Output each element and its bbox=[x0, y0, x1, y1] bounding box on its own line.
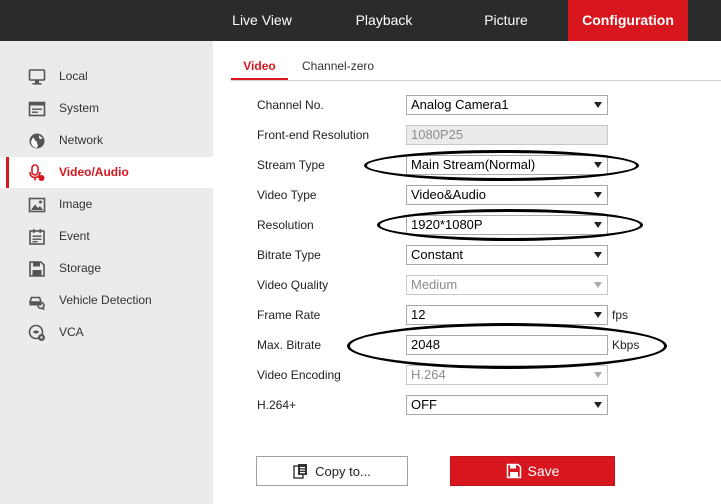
sidebar-item-label: Local bbox=[59, 69, 88, 83]
top-navigation-bar: Live View Playback Picture Configuration bbox=[0, 0, 721, 41]
nav-picture[interactable]: Picture bbox=[458, 0, 554, 41]
video-encoding-select: H.264 bbox=[406, 365, 608, 385]
chevron-down-icon bbox=[594, 312, 602, 318]
nav-live-view[interactable]: Live View bbox=[214, 0, 310, 41]
chevron-down-icon bbox=[594, 192, 602, 198]
config-tabs: Video Channel-zero bbox=[231, 54, 721, 81]
h264-plus-select[interactable]: OFF bbox=[406, 395, 608, 415]
sidebar-item-storage[interactable]: Storage bbox=[0, 253, 213, 284]
sidebar-item-label: Video/Audio bbox=[59, 165, 129, 179]
video-encoding-label: Video Encoding bbox=[257, 368, 341, 382]
chevron-down-icon bbox=[594, 282, 602, 288]
vca-icon bbox=[28, 324, 46, 342]
chevron-down-icon bbox=[594, 222, 602, 228]
resolution-label: Resolution bbox=[257, 218, 314, 232]
frame-rate-select[interactable]: 12 bbox=[406, 305, 608, 325]
sidebar-item-label: Network bbox=[59, 133, 104, 147]
nav-playback[interactable]: Playback bbox=[333, 0, 435, 41]
save-button[interactable]: Save bbox=[450, 456, 615, 486]
sidebar-item-label: Event bbox=[59, 229, 90, 243]
frame-rate-unit: fps bbox=[612, 308, 629, 322]
video-quality-value: Medium bbox=[411, 277, 458, 292]
h264-plus-label: H.264+ bbox=[257, 398, 297, 412]
stream-type-value: Main Stream(Normal) bbox=[411, 157, 536, 172]
system-icon bbox=[28, 100, 46, 118]
chevron-down-icon bbox=[594, 252, 602, 258]
sidebar-item-image[interactable]: Image bbox=[0, 189, 213, 220]
channel-no-value: Analog Camera1 bbox=[411, 97, 509, 112]
copy-to-button[interactable]: Copy to... bbox=[256, 456, 408, 486]
resolution-value: 1920*1080P bbox=[411, 217, 483, 232]
sidebar-item-local[interactable]: Local bbox=[0, 61, 213, 92]
bitrate-type-select[interactable]: Constant bbox=[406, 245, 608, 265]
chevron-down-icon bbox=[594, 372, 602, 378]
sidebar-item-label: Vehicle Detection bbox=[59, 293, 152, 307]
video-type-select[interactable]: Video&Audio bbox=[406, 185, 608, 205]
mic-camera-icon bbox=[28, 164, 46, 182]
max-bitrate-label: Max. Bitrate bbox=[257, 338, 322, 352]
nav-configuration[interactable]: Configuration bbox=[568, 0, 688, 41]
stream-type-select[interactable]: Main Stream(Normal) bbox=[406, 155, 608, 175]
copy-icon bbox=[293, 464, 308, 479]
resolution-select[interactable]: 1920*1080P bbox=[406, 215, 608, 235]
vehicle-detection-icon bbox=[28, 292, 46, 310]
image-icon bbox=[28, 196, 46, 214]
channel-no-label: Channel No. bbox=[257, 98, 324, 112]
channel-no-select[interactable]: Analog Camera1 bbox=[406, 95, 608, 115]
event-icon bbox=[28, 228, 46, 246]
sidebar-item-label: Storage bbox=[59, 261, 102, 275]
video-type-value: Video&Audio bbox=[411, 187, 486, 202]
sidebar-item-label: VCA bbox=[59, 325, 84, 339]
video-encoding-value: H.264 bbox=[411, 367, 446, 382]
front-end-resolution-value: 1080P25 bbox=[411, 127, 464, 142]
sidebar-item-vca[interactable]: VCA bbox=[0, 317, 213, 348]
bitrate-type-label: Bitrate Type bbox=[257, 248, 321, 262]
chevron-down-icon bbox=[594, 162, 602, 168]
chevron-down-icon bbox=[594, 402, 602, 408]
tab-channel-zero[interactable]: Channel-zero bbox=[302, 54, 374, 80]
sidebar-item-system[interactable]: System bbox=[0, 93, 213, 124]
storage-icon bbox=[28, 260, 46, 278]
chevron-down-icon bbox=[594, 102, 602, 108]
max-bitrate-value: 2048 bbox=[411, 337, 440, 352]
globe-icon bbox=[28, 132, 46, 150]
video-type-label: Video Type bbox=[257, 188, 317, 202]
front-end-resolution-field: 1080P25 bbox=[406, 125, 608, 145]
save-icon bbox=[506, 463, 521, 479]
sidebar-item-event[interactable]: Event bbox=[0, 221, 213, 252]
sidebar-item-network[interactable]: Network bbox=[0, 125, 213, 156]
frame-rate-label: Frame Rate bbox=[257, 308, 321, 322]
front-end-resolution-label: Front-end Resolution bbox=[257, 128, 370, 142]
sidebar-item-label: System bbox=[59, 101, 100, 115]
max-bitrate-unit: Kbps bbox=[612, 338, 640, 352]
copy-to-label: Copy to... bbox=[315, 463, 371, 479]
save-label: Save bbox=[527, 463, 560, 479]
video-quality-label: Video Quality bbox=[257, 278, 329, 292]
sidebar-item-video-audio[interactable]: Video/Audio bbox=[0, 157, 213, 188]
max-bitrate-input[interactable]: 2048 bbox=[406, 335, 608, 355]
frame-rate-value: 12 bbox=[411, 307, 426, 322]
video-quality-select: Medium bbox=[406, 275, 608, 295]
sidebar-item-vehicle-detection[interactable]: Vehicle Detection bbox=[0, 285, 213, 316]
monitor-icon bbox=[28, 68, 46, 86]
sidebar: Local System Network Video/Audio Image E… bbox=[0, 41, 213, 504]
h264-plus-value: OFF bbox=[411, 397, 437, 412]
tab-video[interactable]: Video bbox=[231, 54, 288, 80]
sidebar-item-label: Image bbox=[59, 197, 93, 211]
bitrate-type-value: Constant bbox=[411, 247, 464, 262]
stream-type-label: Stream Type bbox=[257, 158, 325, 172]
